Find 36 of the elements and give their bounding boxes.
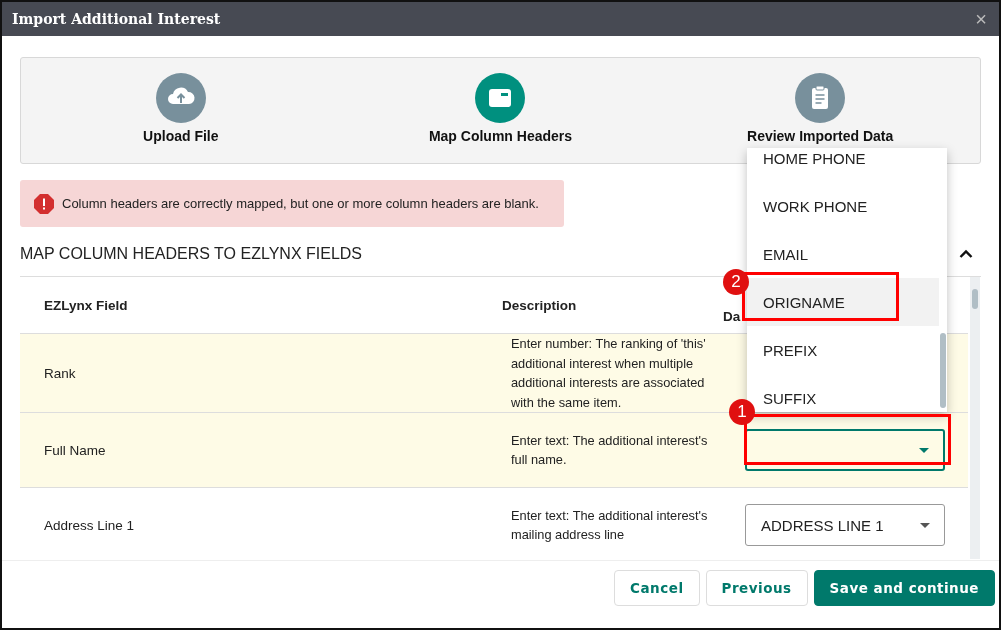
- field-name: Full Name: [43, 442, 107, 458]
- column-header: Da: [723, 308, 742, 324]
- scrollbar[interactable]: [970, 277, 980, 559]
- field-description: Enter number: The ranking of 'this' additional interest when multiple additional interests are associated with the same item.: [510, 335, 707, 412]
- step-label: Upload File: [143, 128, 219, 144]
- secondary-button[interactable]: Cancel: [614, 570, 700, 606]
- clipboard-icon[interactable]: [795, 73, 846, 123]
- mapping-select[interactable]: [745, 429, 945, 471]
- error-icon: [34, 193, 54, 214]
- field-description: Enter text: The additional interest's full name.: [510, 431, 709, 469]
- close-button[interactable]: ×: [973, 9, 989, 29]
- caret-icon: [920, 522, 930, 528]
- column-header: EZLynx Field: [43, 297, 129, 313]
- alert-message: Column headers are correctly mapped, but one or more column headers are blank.: [62, 196, 539, 211]
- secondary-button[interactable]: Previous: [705, 570, 808, 606]
- scrollbar[interactable]: [939, 148, 947, 412]
- save-button[interactable]: Save and continue: [813, 570, 995, 606]
- caret-icon: [919, 447, 929, 453]
- column-header: Description: [502, 297, 578, 313]
- field-name: Rank: [43, 365, 77, 381]
- dropdown-option[interactable]: PREFIX: [747, 326, 939, 374]
- dropdown-option[interactable]: HOME PHONE: [747, 148, 939, 182]
- step-label: Review Imported Data: [747, 128, 894, 144]
- chevron-icon[interactable]: [959, 248, 973, 258]
- callout-number: 2: [723, 269, 749, 295]
- section-title: MAP COLUMN HEADERS TO EZLYNX FIELDS: [20, 245, 362, 263]
- mapping-select[interactable]: ADDRESS LINE 1: [745, 504, 945, 546]
- dropdown-option[interactable]: ORIGNAME: [747, 278, 939, 326]
- card-icon[interactable]: [475, 73, 526, 123]
- field-description: Enter text: The additional interest's mailing address line: [510, 506, 709, 544]
- step-label: Map Column Headers: [428, 128, 573, 144]
- cloud-upload-icon[interactable]: [155, 73, 206, 123]
- dropdown-option[interactable]: EMAIL: [747, 230, 939, 278]
- field-name: Address Line 1: [43, 517, 136, 533]
- window-title: Import Additional Interest: [12, 11, 221, 27]
- dropdown-option[interactable]: WORK PHONE: [747, 182, 939, 230]
